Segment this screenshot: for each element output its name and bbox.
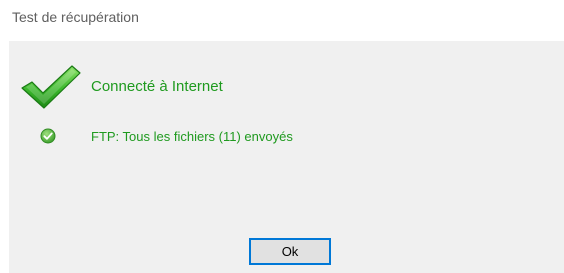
dialog-body: Connecté à Internet FTP: Tous les fichie… [9, 41, 564, 273]
window-title: Test de récupération [12, 9, 139, 25]
ok-button[interactable]: Ok [249, 238, 331, 265]
big-green-checkmark-icon [21, 65, 81, 109]
ok-button-label: Ok [281, 244, 299, 259]
internet-connected-status: Connecté à Internet [91, 78, 223, 95]
small-green-check-circle-icon [40, 128, 56, 144]
recovery-test-dialog: Test de récupération Connecté à Internet [0, 0, 564, 273]
ftp-upload-status: FTP: Tous les fichiers (11) envoyés [91, 129, 293, 144]
title-bar: Test de récupération [0, 0, 564, 40]
